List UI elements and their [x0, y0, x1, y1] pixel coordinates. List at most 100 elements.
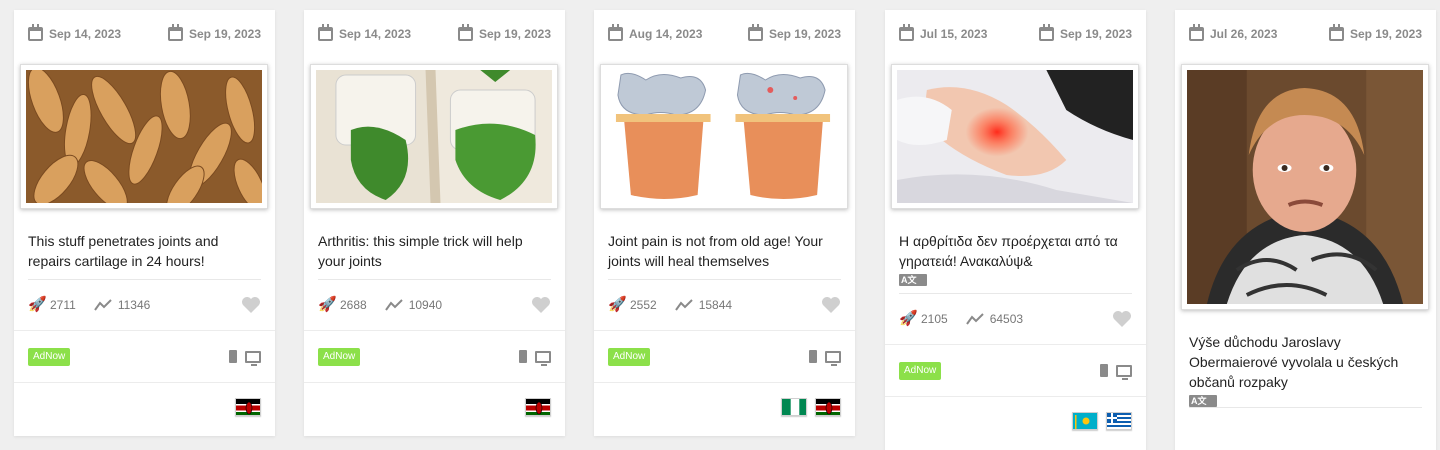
start-date: Jul 15, 2023: [899, 23, 987, 41]
trend-stat: 64503: [965, 312, 1023, 326]
ad-image-frame[interactable]: [891, 64, 1139, 209]
ad-stats: 🚀 2552 15844: [594, 280, 855, 330]
network-row: AdNow: [594, 331, 855, 382]
start-date: Sep 14, 2023: [318, 23, 411, 41]
calendar-icon: [1328, 23, 1344, 41]
rocket-icon: 🚀: [608, 296, 627, 313]
calendar-icon: [1189, 23, 1204, 41]
devices: [1100, 364, 1132, 380]
heart-icon[interactable]: [821, 296, 841, 314]
ad-title[interactable]: Joint pain is not from old age! Your joi…: [594, 209, 855, 279]
date-range: Sep 14, 2023 Sep 19, 2023: [304, 10, 565, 57]
launches-stat: 🚀 2552: [608, 296, 657, 313]
ad-image-frame[interactable]: [1181, 64, 1429, 310]
heart-icon[interactable]: [531, 296, 551, 314]
calendar-icon: [899, 23, 914, 41]
heart-icon[interactable]: [1112, 310, 1132, 328]
network-row: AdNow: [885, 345, 1146, 396]
calendar-icon: [318, 23, 333, 41]
end-date: Sep 19, 2023: [1328, 23, 1422, 41]
ad-card[interactable]: Aug 14, 2023 Sep 19, 2023 Joint pain is …: [594, 10, 855, 436]
ad-image-frame[interactable]: [600, 64, 848, 209]
date-range: Jul 15, 2023 Sep 19, 2023: [885, 10, 1146, 57]
ad-title[interactable]: Výše důchodu Jaroslavy Obermaierové vyvo…: [1175, 310, 1436, 407]
end-date: Sep 19, 2023: [747, 23, 841, 41]
calendar-icon: [457, 23, 473, 41]
date-range: Jul 26, 2023 Sep 19, 2023: [1175, 10, 1436, 57]
geo-flags: [594, 383, 855, 430]
trend-icon: [965, 313, 984, 325]
ad-image[interactable]: [897, 70, 1133, 203]
rocket-icon: 🚀: [28, 296, 47, 313]
ad-image-frame[interactable]: [20, 64, 268, 209]
ad-title[interactable]: Η αρθρίτιδα δεν προέρχεται από τα γηρατε…: [885, 209, 1146, 293]
ad-image[interactable]: [26, 70, 262, 203]
network-badge[interactable]: AdNow: [28, 347, 71, 366]
mobile-icon: [519, 350, 527, 363]
desktop-icon: [825, 350, 841, 366]
date-range: Aug 14, 2023 Sep 19, 2023: [594, 10, 855, 57]
trend-stat: 11346: [93, 298, 150, 312]
translate-icon[interactable]: A文: [1189, 395, 1217, 407]
ad-card[interactable]: Jul 15, 2023 Sep 19, 2023 Η αρθρίτιδα δε…: [885, 10, 1146, 450]
kenya-flag-icon: [815, 397, 841, 416]
trend-icon: [384, 299, 403, 311]
ad-stats: 🚀 2711 11346: [14, 280, 275, 330]
ad-title[interactable]: Arthritis: this simple trick will help y…: [304, 209, 565, 279]
desktop-icon: [245, 350, 261, 366]
launches-stat: 🚀 2688: [318, 296, 367, 313]
trend-stat: 15844: [674, 298, 732, 312]
geo-flags: [14, 383, 275, 430]
network-row: AdNow: [14, 331, 275, 382]
network-row: AdNow: [304, 331, 565, 382]
ad-card[interactable]: Jul 26, 2023 Sep 19, 2023 Výše důchodu J…: [1175, 10, 1436, 450]
launches-stat: 🚀 2711: [28, 296, 76, 313]
divider: [1189, 407, 1422, 408]
trend-stat: 10940: [384, 298, 442, 312]
ad-image[interactable]: [1187, 70, 1423, 304]
calendar-icon: [28, 23, 43, 41]
calendar-icon: [1038, 23, 1054, 41]
end-date: Sep 19, 2023: [457, 23, 551, 41]
kenya-flag-icon: [525, 397, 551, 416]
start-date: Jul 26, 2023: [1189, 23, 1277, 41]
calendar-icon: [167, 23, 183, 41]
mobile-icon: [809, 350, 817, 363]
devices: [519, 350, 551, 366]
trend-icon: [93, 299, 112, 311]
mobile-icon: [229, 350, 237, 363]
ad-stats: 🚀 2688 10940: [304, 280, 565, 330]
ad-image-frame[interactable]: [310, 64, 558, 209]
network-badge[interactable]: AdNow: [899, 361, 942, 380]
nigeria-flag-icon: [781, 397, 807, 416]
rocket-icon: 🚀: [899, 310, 918, 327]
start-date: Aug 14, 2023: [608, 23, 702, 41]
calendar-icon: [608, 23, 623, 41]
calendar-icon: [747, 23, 763, 41]
kazakhstan-flag-icon: [1072, 411, 1098, 430]
translate-icon[interactable]: A文: [899, 274, 927, 286]
ad-card[interactable]: Sep 14, 2023 Sep 19, 2023 This stuff pen…: [14, 10, 275, 436]
end-date: Sep 19, 2023: [1038, 23, 1132, 41]
trend-icon: [674, 299, 693, 311]
ad-stats: 🚀 2105 64503: [885, 294, 1146, 344]
network-badge[interactable]: AdNow: [318, 347, 361, 366]
desktop-icon: [1116, 364, 1132, 380]
heart-icon[interactable]: [241, 296, 261, 314]
greece-flag-icon: [1106, 411, 1132, 430]
date-range: Sep 14, 2023 Sep 19, 2023: [14, 10, 275, 57]
network-badge[interactable]: AdNow: [608, 347, 651, 366]
devices: [229, 350, 261, 366]
kenya-flag-icon: [235, 397, 261, 416]
geo-flags: [304, 383, 565, 430]
end-date: Sep 19, 2023: [167, 23, 261, 41]
mobile-icon: [1100, 364, 1108, 377]
ad-image[interactable]: [606, 70, 842, 203]
start-date: Sep 14, 2023: [28, 23, 121, 41]
ad-card[interactable]: Sep 14, 2023 Sep 19, 2023 Arthritis: thi…: [304, 10, 565, 436]
ad-title[interactable]: This stuff penetrates joints and repairs…: [14, 209, 275, 279]
rocket-icon: 🚀: [318, 296, 337, 313]
launches-stat: 🚀 2105: [899, 310, 948, 327]
desktop-icon: [535, 350, 551, 366]
ad-image[interactable]: [316, 70, 552, 203]
